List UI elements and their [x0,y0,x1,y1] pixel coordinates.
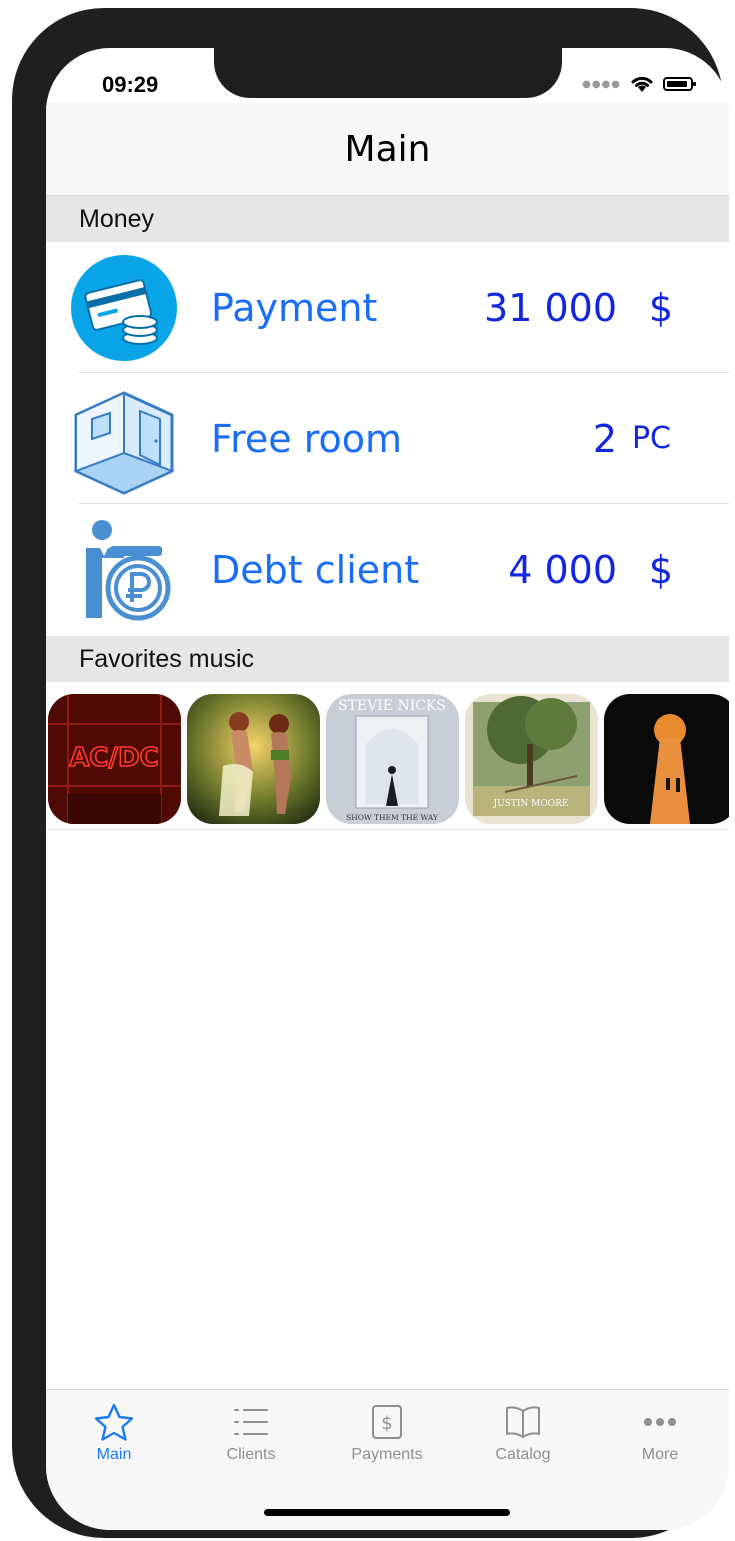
row-unit: PC [631,421,671,456]
tab-label: Catalog [495,1446,551,1463]
signal-icon: ●●●● [582,78,621,90]
album-cover[interactable]: JUSTIN MOORE [465,694,598,824]
row-label: Free room [211,416,403,461]
tab-bar: Main Clients $ Payments Catalog More [46,1389,729,1530]
person-ruble-icon [68,514,180,626]
row-free-room[interactable]: Free room 2 PC [46,373,729,504]
tab-main[interactable]: Main [54,1402,174,1472]
album-art-subtext: SHOW THEM THE WAY [346,813,439,822]
row-payment[interactable]: Payment 31 000 $ [46,242,729,373]
room-icon [68,383,180,495]
album-art-text: JUSTIN MOORE [493,799,569,809]
status-indicators: ●●●● [582,74,696,94]
section-header-money: Money [46,196,729,242]
tab-more[interactable]: More [600,1402,720,1472]
album-cover[interactable] [604,694,729,824]
status-time: 09:29 [102,72,159,97]
more-icon [644,1418,676,1426]
row-value: 4 000 [508,547,617,592]
tab-catalog[interactable]: Catalog [463,1402,583,1472]
favorites-music-strip[interactable]: AC/DC STEVIE NICKS SHOW THEM THE WAY JUS… [46,691,729,830]
album-art-text: AC/DC [69,743,158,773]
row-unit: $ [648,285,673,330]
row-label: Debt client [211,547,420,592]
row-label: Payment [211,285,378,330]
home-indicator[interactable] [264,1509,510,1516]
section-header-music: Favorites music [46,636,729,682]
dollar-icon: $ [372,1405,402,1439]
svg-text:$: $ [381,1413,392,1434]
notch [214,48,562,98]
tab-label: Main [96,1446,132,1463]
navigation-bar: Main [46,103,729,196]
tab-payments[interactable]: $ Payments [327,1402,447,1472]
tab-label: Payments [351,1446,423,1463]
album-cover[interactable] [187,694,320,824]
tab-label: More [641,1446,679,1463]
list-icon [234,1409,268,1435]
album-art-text: STEVIE NICKS [338,698,446,714]
wifi-icon [631,76,653,92]
row-debt-client[interactable]: Debt client 4 000 $ [46,504,729,635]
star-icon [94,1403,134,1441]
album-cover[interactable]: STEVIE NICKS SHOW THEM THE WAY [326,694,459,824]
credit-card-coins-icon [68,252,180,364]
row-value: 31 000 [484,285,617,330]
phone-frame: 09:29 ●●●● Main Money Payment 31 000 $ F… [12,8,729,1538]
tab-label: Clients [226,1446,276,1463]
screen: 09:29 ●●●● Main Money Payment 31 000 $ F… [46,48,729,1530]
book-icon [506,1406,540,1438]
row-unit: $ [648,547,673,592]
battery-icon [663,77,696,91]
row-value: 2 [592,416,617,461]
tab-clients[interactable]: Clients [191,1402,311,1472]
album-cover[interactable]: AC/DC [48,694,181,824]
page-title: Main [344,128,431,170]
